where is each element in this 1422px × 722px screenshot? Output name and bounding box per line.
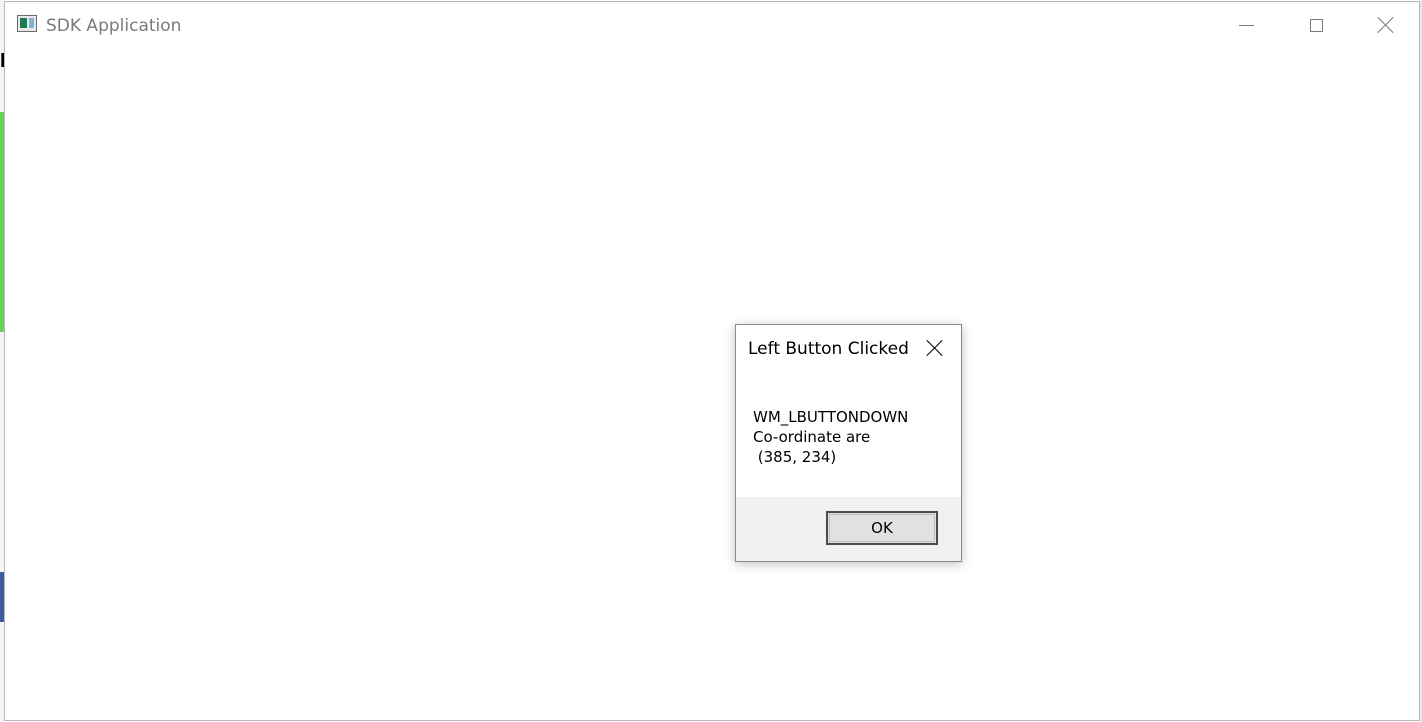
close-window-button[interactable]: [1351, 2, 1421, 48]
app-window-icon[interactable]: [17, 15, 37, 32]
ok-button[interactable]: OK: [826, 511, 938, 545]
close-icon: [927, 340, 943, 356]
close-icon: [1378, 17, 1394, 33]
message-line: (385, 234): [753, 448, 837, 466]
minimize-button[interactable]: [1211, 2, 1281, 48]
dialog-message: WM_LBUTTONDOWN Co-ordinate are (385, 234…: [753, 407, 908, 467]
dialog-close-button[interactable]: [924, 337, 946, 359]
message-box-dialog: Left Button Clicked WM_LBUTTONDOWN Co-or…: [735, 324, 962, 562]
dialog-button-bar: OK: [736, 497, 961, 561]
maximize-button[interactable]: [1281, 2, 1351, 48]
window-title: SDK Application: [46, 16, 182, 36]
message-line: WM_LBUTTONDOWN: [753, 408, 909, 426]
message-line: Co-ordinate are: [753, 428, 871, 446]
client-area[interactable]: [5, 48, 1419, 720]
dialog-title: Left Button Clicked: [748, 339, 909, 359]
title-bar[interactable]: SDK Application: [5, 2, 1419, 48]
main-window: SDK Application: [4, 1, 1420, 721]
minimize-icon: [1238, 24, 1254, 26]
maximize-icon: [1309, 18, 1323, 32]
